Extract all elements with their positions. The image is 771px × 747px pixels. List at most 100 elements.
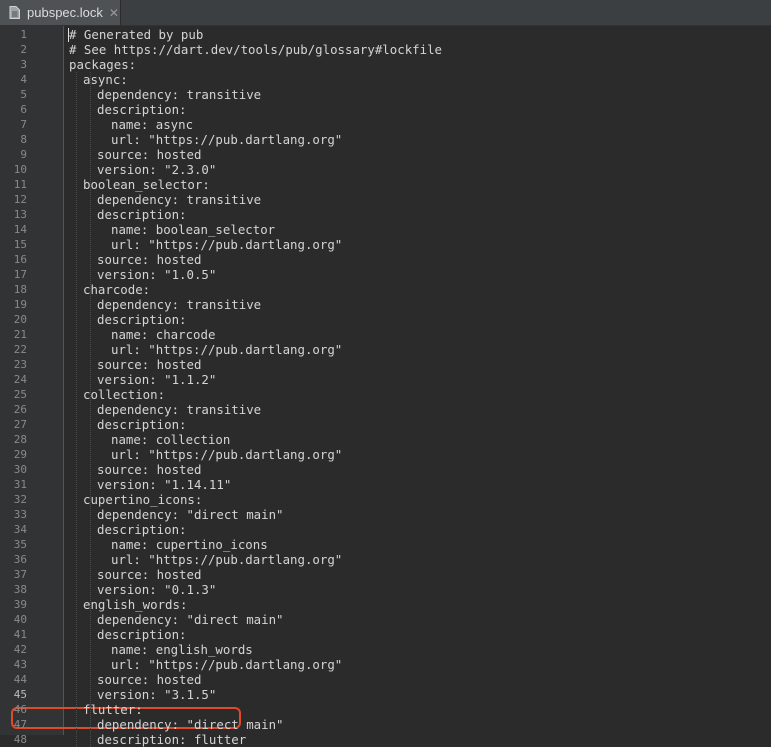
code-line[interactable]: 18 charcode: [0,282,771,297]
code-line[interactable]: 31 version: "1.14.11" [0,477,771,492]
code-line-text: url: "https://pub.dartlang.org" [111,132,343,147]
line-number: 8 [20,133,27,146]
code-line-text: source: hosted [97,357,202,372]
code-line-text: version: "1.0.5" [97,267,217,282]
code-line[interactable]: 9 source: hosted [0,147,771,162]
code-line-text: description: [97,312,187,327]
line-number: 23 [13,358,27,371]
code-line[interactable]: 22 url: "https://pub.dartlang.org" [0,342,771,357]
code-line-text: dependency: transitive [97,402,262,417]
code-line[interactable]: 38 version: "0.1.3" [0,582,771,597]
line-number: 1 [20,28,27,41]
code-line[interactable]: 35 name: cupertino_icons [0,537,771,552]
code-line[interactable]: 47 dependency: "direct main" [0,717,771,732]
code-line[interactable]: 43 url: "https://pub.dartlang.org" [0,657,771,672]
code-line-text: version: "1.14.11" [97,477,232,492]
code-line-text: description: flutter [97,732,247,747]
code-line[interactable]: 20 description: [0,312,771,327]
code-line-text: version: "1.1.2" [97,372,217,387]
code-line[interactable]: 17 version: "1.0.5" [0,267,771,282]
code-line[interactable]: 15 url: "https://pub.dartlang.org" [0,237,771,252]
line-number: 34 [13,523,27,536]
code-line-text: name: collection [111,432,231,447]
code-line-text: cupertino_icons: [83,492,203,507]
line-number: 14 [13,223,27,236]
line-number: 9 [20,148,27,161]
code-line-text: name: async [111,117,194,132]
code-line[interactable]: 25 collection: [0,387,771,402]
line-number: 24 [13,373,27,386]
file-icon [9,6,20,19]
code-line[interactable]: 1 # Generated by pub [0,27,771,42]
code-line-text: url: "https://pub.dartlang.org" [111,552,343,567]
code-line[interactable]: 34 description: [0,522,771,537]
code-line[interactable]: 26 dependency: transitive [0,402,771,417]
code-line[interactable]: 4 async: [0,72,771,87]
code-line[interactable]: 21 name: charcode [0,327,771,342]
code-line[interactable]: 30 source: hosted [0,462,771,477]
code-line-text: packages: [69,57,137,72]
code-editor[interactable]: 1 # Generated by pub 2 # See https://dart.d… [0,26,771,747]
line-number: 33 [13,508,27,521]
code-line-text: name: charcode [111,327,216,342]
line-number: 38 [13,583,27,596]
line-number: 5 [20,88,27,101]
code-line[interactable]: 45 version: "3.1.5" [0,687,771,702]
tab-pubspec-lock[interactable]: pubspec.lock ✕ [0,0,121,25]
line-number: 17 [13,268,27,281]
close-icon[interactable]: ✕ [109,7,119,19]
code-line[interactable]: 6 description: [0,102,771,117]
code-line[interactable]: 23 source: hosted [0,357,771,372]
code-line[interactable]: 29 url: "https://pub.dartlang.org" [0,447,771,462]
code-line[interactable]: 12 dependency: transitive [0,192,771,207]
code-line[interactable]: 2 # See https://dart.dev/tools/pub/glossa… [0,42,771,57]
line-number: 43 [13,658,27,671]
code-line-text: # Generated by pub [69,27,204,42]
code-line[interactable]: 19 dependency: transitive [0,297,771,312]
code-line[interactable]: 42 name: english_words [0,642,771,657]
code-line[interactable]: 33 dependency: "direct main" [0,507,771,522]
code-line[interactable]: 14 name: boolean_selector [0,222,771,237]
code-line[interactable]: 13 description: [0,207,771,222]
code-line[interactable]: 24 version: "1.1.2" [0,372,771,387]
code-line[interactable]: 3 packages: [0,57,771,72]
code-line[interactable]: 28 name: collection [0,432,771,447]
code-line[interactable]: 41 description: [0,627,771,642]
line-number: 36 [13,553,27,566]
code-line[interactable]: 46 flutter: [0,702,771,717]
code-line[interactable]: 40 dependency: "direct main" [0,612,771,627]
code-line[interactable]: 32 cupertino_icons: [0,492,771,507]
code-line-text: description: [97,627,187,642]
line-number: 44 [13,673,27,686]
code-line[interactable]: 5 dependency: transitive [0,87,771,102]
code-line[interactable]: 27 description: [0,417,771,432]
code-line[interactable]: 39 english_words: [0,597,771,612]
line-number: 32 [13,493,27,506]
code-line-text: collection: [83,387,166,402]
code-line[interactable]: 37 source: hosted [0,567,771,582]
line-number: 30 [13,463,27,476]
code-line[interactable]: 11 boolean_selector: [0,177,771,192]
code-line[interactable]: 10 version: "2.3.0" [0,162,771,177]
line-number: 45 [13,688,27,701]
line-number: 6 [20,103,27,116]
code-line[interactable]: 44 source: hosted [0,672,771,687]
code-line-text: source: hosted [97,672,202,687]
line-number: 46 [13,703,27,716]
code-line-text: url: "https://pub.dartlang.org" [111,237,343,252]
code-line[interactable]: 16 source: hosted [0,252,771,267]
line-number: 35 [13,538,27,551]
line-number: 47 [13,718,27,731]
line-number: 10 [13,163,27,176]
code-line[interactable]: 7 name: async [0,117,771,132]
code-line-text: dependency: "direct main" [97,507,284,522]
line-number: 2 [20,43,27,56]
code-line[interactable]: 8 url: "https://pub.dartlang.org" [0,132,771,147]
line-number: 48 [13,733,27,746]
code-line-text: source: hosted [97,567,202,582]
code-line[interactable]: 48 description: flutter [0,732,771,747]
code-line-text: source: hosted [97,462,202,477]
code-line[interactable]: 36 url: "https://pub.dartlang.org" [0,552,771,567]
editor-tab-bar: pubspec.lock ✕ [0,0,771,26]
code-line-text: source: hosted [97,147,202,162]
